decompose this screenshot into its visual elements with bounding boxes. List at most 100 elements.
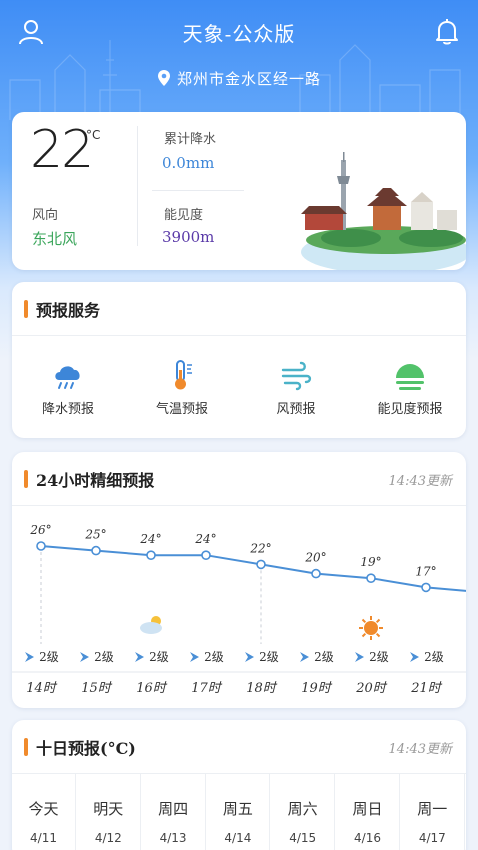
city-landmark-illustration	[301, 152, 466, 270]
section-accent-bar	[24, 738, 28, 756]
hour-label: 17时	[191, 681, 223, 696]
divider	[152, 190, 244, 191]
temperature-point	[201, 550, 211, 561]
day-name: 周五	[222, 800, 253, 818]
visibility-forecast-button[interactable]: 能见度预报	[360, 358, 460, 417]
service-label: 降水预报	[41, 402, 94, 417]
temperature-label: 22°	[249, 541, 271, 555]
hourly-forecast-card: 24小时精细预报 14:43更新 26° 2级 14时 25° 2级 15时 24° 2级 16…	[12, 452, 466, 708]
app-title: 天象-公众版	[182, 22, 296, 46]
temperature-label: 24°	[139, 532, 161, 546]
wind-direction-icon	[135, 652, 144, 662]
hourly-temperature-chart[interactable]: 26° 2级 14时 25° 2级 15时 24° 2级 16时 24° 2级 17时 22° 2级 18时…	[12, 506, 466, 706]
wind-forecast-button[interactable]: 风预报	[246, 358, 346, 417]
wind-level-label: 2级	[259, 650, 279, 664]
temperature-point	[311, 568, 321, 579]
thermometer-icon	[175, 360, 192, 390]
wind-level-label: 2级	[314, 650, 334, 664]
wind-level-label: 2级	[94, 650, 114, 664]
temperature-unit: °C	[86, 128, 101, 142]
wind-level-label: 2级	[204, 650, 224, 664]
hour-label: 15时	[81, 681, 113, 696]
wind-direction-icon	[410, 652, 419, 662]
day-column[interactable]: 周一 4/17	[401, 774, 465, 850]
hour-label: 20时	[355, 681, 388, 696]
day-column[interactable]: 明天 4/12	[77, 774, 141, 850]
day-column[interactable]: 周四 4/13	[142, 774, 206, 850]
wind-level-label: 2级	[424, 650, 444, 664]
day-column[interactable]: 今天 4/11	[12, 774, 76, 850]
bell-icon[interactable]	[434, 18, 460, 46]
service-label: 能见度预报	[377, 402, 443, 417]
day-date: 4/13	[159, 831, 187, 845]
update-time: 14:43更新	[388, 742, 452, 757]
temperature-label: 19°	[360, 555, 381, 569]
day-column[interactable]: 周六 4/15	[271, 774, 336, 850]
forecast-service-card: 预报服务 降水预报 气温预报 风预报 能见度预报	[12, 282, 466, 438]
day-date: 4/11	[30, 831, 57, 845]
location-text: 郑州市金水区经一路	[176, 70, 321, 88]
temperature-label: 20°	[304, 551, 326, 565]
hour-label: 18时	[246, 681, 278, 696]
temperature-point	[256, 559, 266, 570]
wind-direction-icon	[190, 652, 199, 662]
day-name: 周日	[352, 800, 383, 818]
section-header: 十日预报(°C) 14:43更新	[12, 720, 466, 774]
temperature-forecast-button[interactable]: 气温预报	[132, 358, 232, 417]
temperature-label: 24°	[194, 532, 216, 546]
day-date: 4/14	[224, 831, 252, 845]
wind-icon	[281, 361, 312, 391]
sunny-icon	[375, 632, 381, 638]
wind-label: 风向	[32, 208, 59, 223]
precip-value: 0.0mm	[162, 154, 215, 172]
wind-level-label: 2级	[369, 650, 389, 664]
temperature-point	[421, 582, 431, 593]
day-date: 4/12	[94, 831, 122, 845]
sunny-icon	[364, 621, 378, 635]
hour-label: 16时	[136, 681, 168, 696]
hour-label: 14时	[26, 681, 58, 696]
temperature-point	[366, 573, 376, 583]
precip-label: 累计降水	[164, 132, 217, 147]
day-date: 4/17	[418, 831, 446, 845]
section-accent-bar	[24, 470, 28, 488]
location-bar[interactable]: 郑州市金水区经一路	[0, 68, 478, 89]
day-name: 周六	[287, 800, 318, 818]
day-column[interactable]: 周五 4/14	[206, 774, 271, 850]
visibility-icon	[396, 364, 424, 390]
sunny-icon	[361, 632, 367, 638]
temperature-point	[91, 545, 101, 556]
section-header: 预报服务	[12, 282, 466, 336]
service-label: 风预报	[276, 402, 316, 417]
wind-value: 东北风	[32, 230, 78, 248]
rain-cloud-icon	[55, 366, 80, 389]
location-pin-icon	[157, 70, 170, 86]
visibility-value: 3900m	[162, 228, 215, 246]
hour-label: 19时	[301, 681, 333, 696]
day-date: 4/15	[289, 831, 317, 845]
section-header: 24小时精细预报 14:43更新	[12, 452, 466, 506]
day-column[interactable]: 周日 4/16	[336, 774, 400, 850]
section-title: 预报服务	[36, 301, 101, 320]
wind-level-label: 2级	[39, 650, 59, 664]
wind-direction-icon	[245, 652, 254, 662]
service-label: 气温预报	[155, 402, 208, 417]
current-temperature: 22	[30, 120, 94, 180]
day-name: 今天	[28, 800, 59, 818]
section-title: 24小时精细预报	[36, 471, 155, 490]
precipitation-forecast-button[interactable]: 降水预报	[18, 358, 118, 417]
hour-label: 21时	[410, 681, 443, 696]
day-name: 周一	[417, 800, 448, 818]
day-name: 明天	[93, 800, 124, 818]
day-date: 4/16	[354, 831, 381, 845]
visibility-label: 能见度	[164, 208, 204, 223]
wind-direction-icon	[25, 652, 34, 662]
temperature-label: 17°	[415, 564, 436, 578]
temperature-point	[146, 550, 156, 561]
sunny-icon	[361, 618, 367, 624]
sunny-icon	[375, 618, 381, 624]
wind-direction-icon	[300, 652, 309, 662]
update-time: 14:43更新	[388, 474, 452, 489]
temperature-label: 26°	[29, 523, 51, 537]
top-bar: 天象-公众版	[0, 10, 478, 54]
